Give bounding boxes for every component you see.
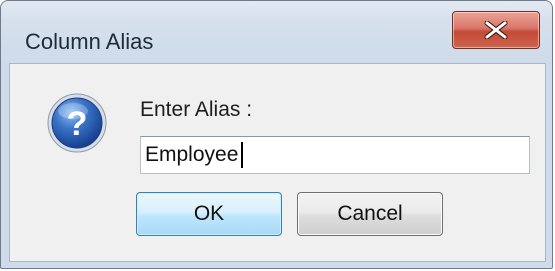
dialog-title: Column Alias [25,29,154,54]
column-alias-dialog: Column Alias ? Enter Alias : Employee OK… [0,0,553,269]
dialog-body: ? Enter Alias : OK Cancel [9,63,546,262]
alias-prompt-label: Enter Alias : [140,98,253,121]
alias-input[interactable] [140,136,530,174]
question-mark-icon: ? [47,93,107,153]
title-bar[interactable]: Column Alias [1,1,552,63]
ok-button[interactable]: OK [136,192,282,236]
close-button[interactable] [452,11,540,49]
close-icon [484,21,508,39]
cancel-button[interactable]: Cancel [297,192,443,236]
text-caret [241,142,243,168]
svg-text:?: ? [67,105,88,143]
